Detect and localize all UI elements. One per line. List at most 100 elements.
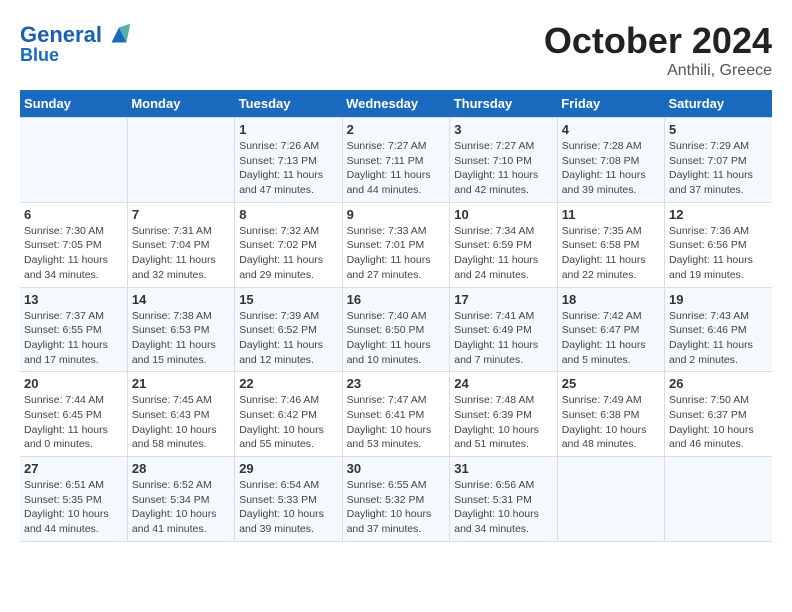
sunset: Sunset: 6:37 PM bbox=[669, 409, 747, 421]
calendar-cell: 29 Sunrise: 6:54 AM Sunset: 5:33 PM Dayl… bbox=[235, 457, 342, 542]
calendar-cell: 27 Sunrise: 6:51 AM Sunset: 5:35 PM Dayl… bbox=[20, 457, 127, 542]
day-number: 23 bbox=[347, 376, 446, 391]
daylight: Daylight: 11 hours and 17 minutes. bbox=[24, 339, 108, 366]
calendar-table: SundayMondayTuesdayWednesdayThursdayFrid… bbox=[20, 90, 772, 542]
sunset: Sunset: 7:01 PM bbox=[347, 239, 425, 251]
daylight: Daylight: 10 hours and 39 minutes. bbox=[239, 508, 324, 535]
sunset: Sunset: 6:52 PM bbox=[239, 324, 317, 336]
day-number: 30 bbox=[347, 461, 446, 476]
day-info: Sunrise: 7:41 AM Sunset: 6:49 PM Dayligh… bbox=[454, 309, 552, 368]
sunrise: Sunrise: 6:56 AM bbox=[454, 479, 534, 491]
day-number: 10 bbox=[454, 207, 552, 222]
day-info: Sunrise: 7:32 AM Sunset: 7:02 PM Dayligh… bbox=[239, 224, 337, 283]
page-header: General Blue October 2024 Anthili, Greec… bbox=[20, 20, 772, 80]
daylight: Daylight: 11 hours and 32 minutes. bbox=[132, 254, 216, 281]
calendar-cell: 19 Sunrise: 7:43 AM Sunset: 6:46 PM Dayl… bbox=[665, 287, 773, 372]
calendar-cell: 30 Sunrise: 6:55 AM Sunset: 5:32 PM Dayl… bbox=[342, 457, 450, 542]
daylight: Daylight: 11 hours and 37 minutes. bbox=[669, 169, 753, 196]
day-header-friday: Friday bbox=[557, 90, 664, 118]
day-number: 12 bbox=[669, 207, 768, 222]
day-number: 4 bbox=[562, 122, 660, 137]
daylight: Daylight: 11 hours and 0 minutes. bbox=[24, 424, 108, 451]
sunrise: Sunrise: 6:52 AM bbox=[132, 479, 212, 491]
day-info: Sunrise: 7:44 AM Sunset: 6:45 PM Dayligh… bbox=[24, 393, 123, 452]
calendar-cell: 8 Sunrise: 7:32 AM Sunset: 7:02 PM Dayli… bbox=[235, 202, 342, 287]
sunset: Sunset: 6:58 PM bbox=[562, 239, 640, 251]
daylight: Daylight: 10 hours and 37 minutes. bbox=[347, 508, 432, 535]
calendar-cell: 25 Sunrise: 7:49 AM Sunset: 6:38 PM Dayl… bbox=[557, 372, 664, 457]
sunset: Sunset: 6:53 PM bbox=[132, 324, 210, 336]
sunrise: Sunrise: 7:49 AM bbox=[562, 394, 642, 406]
sunrise: Sunrise: 7:50 AM bbox=[669, 394, 749, 406]
daylight: Daylight: 10 hours and 53 minutes. bbox=[347, 424, 432, 451]
daylight: Daylight: 10 hours and 44 minutes. bbox=[24, 508, 109, 535]
sunset: Sunset: 5:33 PM bbox=[239, 494, 317, 506]
day-number: 9 bbox=[347, 207, 446, 222]
sunset: Sunset: 7:13 PM bbox=[239, 155, 317, 167]
sunrise: Sunrise: 7:47 AM bbox=[347, 394, 427, 406]
sunrise: Sunrise: 6:55 AM bbox=[347, 479, 427, 491]
day-number: 11 bbox=[562, 207, 660, 222]
day-info: Sunrise: 7:27 AM Sunset: 7:10 PM Dayligh… bbox=[454, 139, 552, 198]
sunset: Sunset: 6:50 PM bbox=[347, 324, 425, 336]
week-row: 20 Sunrise: 7:44 AM Sunset: 6:45 PM Dayl… bbox=[20, 372, 772, 457]
week-row: 1 Sunrise: 7:26 AM Sunset: 7:13 PM Dayli… bbox=[20, 118, 772, 203]
daylight: Daylight: 10 hours and 34 minutes. bbox=[454, 508, 539, 535]
sunrise: Sunrise: 6:54 AM bbox=[239, 479, 319, 491]
day-header-thursday: Thursday bbox=[450, 90, 557, 118]
daylight: Daylight: 11 hours and 42 minutes. bbox=[454, 169, 538, 196]
sunrise: Sunrise: 7:46 AM bbox=[239, 394, 319, 406]
day-info: Sunrise: 6:52 AM Sunset: 5:34 PM Dayligh… bbox=[132, 478, 230, 537]
day-info: Sunrise: 7:45 AM Sunset: 6:43 PM Dayligh… bbox=[132, 393, 230, 452]
month-title: October 2024 bbox=[544, 20, 772, 62]
day-number: 2 bbox=[347, 122, 446, 137]
day-header-tuesday: Tuesday bbox=[235, 90, 342, 118]
sunrise: Sunrise: 7:45 AM bbox=[132, 394, 212, 406]
calendar-cell: 5 Sunrise: 7:29 AM Sunset: 7:07 PM Dayli… bbox=[665, 118, 773, 203]
sunset: Sunset: 6:41 PM bbox=[347, 409, 425, 421]
daylight: Daylight: 11 hours and 5 minutes. bbox=[562, 339, 646, 366]
calendar-cell: 17 Sunrise: 7:41 AM Sunset: 6:49 PM Dayl… bbox=[450, 287, 557, 372]
header-row: SundayMondayTuesdayWednesdayThursdayFrid… bbox=[20, 90, 772, 118]
day-number: 3 bbox=[454, 122, 552, 137]
calendar-cell: 9 Sunrise: 7:33 AM Sunset: 7:01 PM Dayli… bbox=[342, 202, 450, 287]
sunset: Sunset: 6:39 PM bbox=[454, 409, 532, 421]
sunrise: Sunrise: 7:27 AM bbox=[454, 140, 534, 152]
daylight: Daylight: 11 hours and 10 minutes. bbox=[347, 339, 431, 366]
sunrise: Sunrise: 7:29 AM bbox=[669, 140, 749, 152]
logo: General Blue bbox=[20, 20, 134, 66]
day-number: 27 bbox=[24, 461, 123, 476]
title-block: October 2024 Anthili, Greece bbox=[544, 20, 772, 80]
day-number: 15 bbox=[239, 292, 337, 307]
day-info: Sunrise: 7:33 AM Sunset: 7:01 PM Dayligh… bbox=[347, 224, 446, 283]
day-number: 25 bbox=[562, 376, 660, 391]
sunrise: Sunrise: 7:36 AM bbox=[669, 225, 749, 237]
calendar-cell: 15 Sunrise: 7:39 AM Sunset: 6:52 PM Dayl… bbox=[235, 287, 342, 372]
day-info: Sunrise: 7:46 AM Sunset: 6:42 PM Dayligh… bbox=[239, 393, 337, 452]
sunset: Sunset: 7:11 PM bbox=[347, 155, 424, 167]
calendar-cell: 24 Sunrise: 7:48 AM Sunset: 6:39 PM Dayl… bbox=[450, 372, 557, 457]
calendar-cell: 14 Sunrise: 7:38 AM Sunset: 6:53 PM Dayl… bbox=[127, 287, 234, 372]
calendar-cell: 23 Sunrise: 7:47 AM Sunset: 6:41 PM Dayl… bbox=[342, 372, 450, 457]
day-number: 13 bbox=[24, 292, 123, 307]
daylight: Daylight: 10 hours and 55 minutes. bbox=[239, 424, 324, 451]
day-info: Sunrise: 7:38 AM Sunset: 6:53 PM Dayligh… bbox=[132, 309, 230, 368]
calendar-cell: 20 Sunrise: 7:44 AM Sunset: 6:45 PM Dayl… bbox=[20, 372, 127, 457]
sunset: Sunset: 5:34 PM bbox=[132, 494, 210, 506]
calendar-cell bbox=[20, 118, 127, 203]
day-number: 7 bbox=[132, 207, 230, 222]
day-info: Sunrise: 7:40 AM Sunset: 6:50 PM Dayligh… bbox=[347, 309, 446, 368]
sunset: Sunset: 5:31 PM bbox=[454, 494, 532, 506]
day-number: 5 bbox=[669, 122, 768, 137]
sunrise: Sunrise: 7:35 AM bbox=[562, 225, 642, 237]
sunrise: Sunrise: 7:31 AM bbox=[132, 225, 212, 237]
day-info: Sunrise: 7:42 AM Sunset: 6:47 PM Dayligh… bbox=[562, 309, 660, 368]
day-header-saturday: Saturday bbox=[665, 90, 773, 118]
day-info: Sunrise: 7:27 AM Sunset: 7:11 PM Dayligh… bbox=[347, 139, 446, 198]
sunset: Sunset: 7:07 PM bbox=[669, 155, 747, 167]
sunset: Sunset: 7:10 PM bbox=[454, 155, 532, 167]
day-info: Sunrise: 7:47 AM Sunset: 6:41 PM Dayligh… bbox=[347, 393, 446, 452]
sunrise: Sunrise: 7:34 AM bbox=[454, 225, 534, 237]
day-number: 16 bbox=[347, 292, 446, 307]
day-number: 21 bbox=[132, 376, 230, 391]
